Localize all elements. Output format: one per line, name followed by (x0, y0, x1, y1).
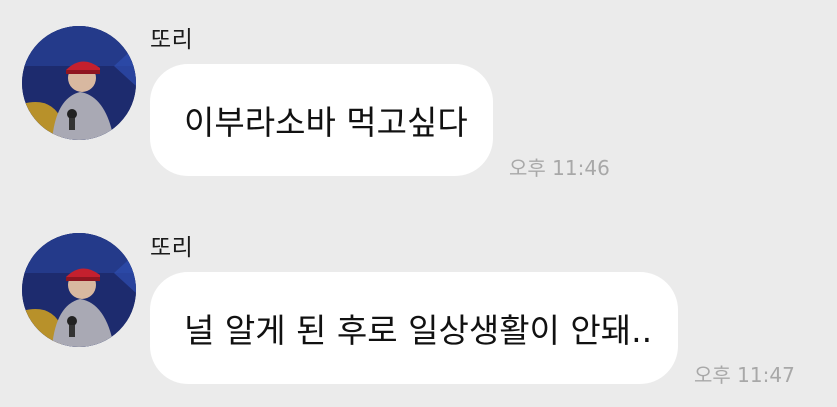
message-timestamp: 오후 11:47 (694, 363, 795, 387)
message-text: 이부라소바 먹고싶다 (184, 103, 468, 142)
message-timestamp: 오후 11:46 (509, 156, 610, 180)
sender-name: 또리 (150, 235, 194, 261)
profile-photo (22, 233, 136, 347)
sender-name: 또리 (150, 27, 194, 53)
message-bubble[interactable]: 이부라소바 먹고싶다 (150, 64, 493, 176)
message-text: 널 알게 된 후로 일상생활이 안돼.. (184, 311, 653, 350)
avatar[interactable] (22, 26, 136, 140)
message-bubble[interactable]: 널 알게 된 후로 일상생활이 안돼.. (150, 272, 678, 384)
profile-photo (22, 26, 136, 140)
avatar[interactable] (22, 233, 136, 347)
